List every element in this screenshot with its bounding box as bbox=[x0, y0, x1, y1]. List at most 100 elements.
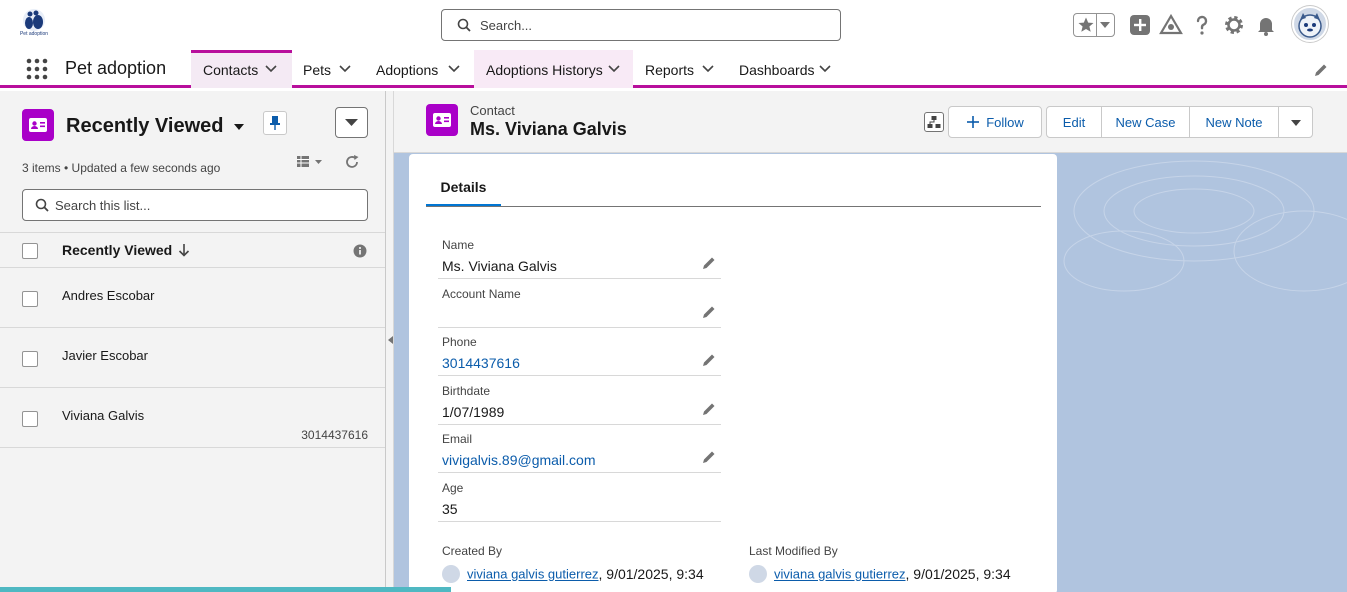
list-view-picker-chevron-icon[interactable] bbox=[233, 123, 245, 131]
tab-contacts[interactable]: Contacts bbox=[191, 50, 292, 88]
hierarchy-icon bbox=[927, 116, 941, 128]
global-add-icon[interactable] bbox=[1128, 13, 1152, 37]
tab-label: Adoptions bbox=[376, 62, 439, 78]
pin-icon bbox=[270, 116, 280, 130]
refresh-icon[interactable] bbox=[344, 154, 360, 170]
tab-dashboards[interactable]: Dashboards bbox=[727, 50, 845, 88]
email-link[interactable]: vivigalvis.89@gmail.com bbox=[442, 452, 595, 468]
tab-label: Dashboards bbox=[739, 62, 815, 78]
field-age: Age 35 bbox=[438, 473, 721, 522]
created-date: , 9/01/2025, 9:34 bbox=[598, 566, 704, 582]
edit-pencil-icon[interactable] bbox=[702, 450, 716, 464]
details-card: Details Name Ms. Viviana Galvis Account … bbox=[409, 154, 1057, 592]
collapse-left-icon bbox=[388, 336, 393, 344]
help-icon[interactable] bbox=[1190, 13, 1214, 37]
select-all-checkbox[interactable] bbox=[22, 243, 38, 259]
list-view-title[interactable]: Recently Viewed bbox=[66, 115, 223, 138]
app-launcher-icon[interactable] bbox=[26, 58, 48, 80]
row-checkbox[interactable] bbox=[22, 411, 38, 427]
tab-label: Reports bbox=[645, 62, 695, 78]
tab-reports[interactable]: Reports bbox=[633, 50, 727, 88]
edit-pencil-icon[interactable] bbox=[702, 305, 716, 319]
edit-pencil-icon[interactable] bbox=[702, 353, 716, 367]
row-checkbox[interactable] bbox=[22, 291, 38, 307]
edit-pencil-icon[interactable] bbox=[702, 402, 716, 416]
display-as-table-icon[interactable] bbox=[297, 155, 323, 169]
pin-list-button[interactable] bbox=[263, 111, 287, 135]
list-view-panel: Recently Viewed 3 items • Updated a few … bbox=[0, 91, 386, 592]
field-label: Email bbox=[442, 432, 473, 446]
modified-date: , 9/01/2025, 9:34 bbox=[905, 566, 1011, 582]
list-column-header: Recently Viewed bbox=[0, 232, 385, 268]
more-actions-button[interactable] bbox=[1278, 106, 1313, 138]
info-icon[interactable] bbox=[353, 244, 367, 258]
tab-adoptions-historys[interactable]: Adoptions Historys bbox=[474, 50, 633, 88]
chevron-down-icon[interactable] bbox=[819, 65, 831, 73]
row-checkbox[interactable] bbox=[22, 351, 38, 367]
tab-label: Contacts bbox=[203, 62, 259, 78]
split-view-toggle[interactable] bbox=[386, 91, 394, 592]
search-placeholder: Search... bbox=[480, 18, 533, 33]
hierarchy-button[interactable] bbox=[924, 112, 944, 132]
field-account-name: Account Name bbox=[438, 279, 721, 328]
list-item-name[interactable]: Andres Escobar bbox=[62, 288, 155, 303]
chevron-down-icon[interactable] bbox=[448, 65, 460, 73]
new-case-label: New Case bbox=[1115, 115, 1176, 130]
record-title: Ms. Viviana Galvis bbox=[470, 119, 627, 139]
edit-nav-pencil-icon[interactable] bbox=[1314, 63, 1328, 77]
user-avatar-small bbox=[442, 565, 460, 583]
list-item[interactable]: Andres Escobar bbox=[0, 268, 385, 328]
tab-label: Adoptions Historys bbox=[486, 62, 603, 78]
user-avatar-small bbox=[749, 565, 767, 583]
chevron-down-icon bbox=[1290, 120, 1301, 126]
favorites-button[interactable] bbox=[1073, 13, 1115, 37]
contact-record-icon bbox=[426, 104, 458, 136]
list-item-name[interactable]: Javier Escobar bbox=[62, 348, 148, 363]
follow-button[interactable]: Follow bbox=[948, 106, 1042, 138]
edit-button[interactable]: Edit bbox=[1046, 106, 1102, 138]
created-by-label: Created By bbox=[442, 544, 503, 558]
list-item-count: 3 items • Updated a few seconds ago bbox=[22, 161, 221, 175]
record-highlights-header: Contact Ms. Viviana Galvis Follow Edit N… bbox=[394, 91, 1347, 153]
list-item[interactable]: Viviana Galvis 3014437616 bbox=[0, 388, 385, 448]
edit-pencil-icon[interactable] bbox=[702, 256, 716, 270]
created-by-value: viviana galvis gutierrez, 9/01/2025, 9:3… bbox=[442, 565, 704, 583]
record-type-label: Contact bbox=[470, 103, 515, 118]
list-item-name[interactable]: Viviana Galvis bbox=[62, 408, 144, 423]
tab-adoptions[interactable]: Adoptions bbox=[365, 50, 474, 88]
created-by-user-link[interactable]: viviana galvis gutierrez bbox=[467, 567, 599, 582]
global-search-input[interactable]: Search... bbox=[441, 9, 841, 41]
gear-icon[interactable] bbox=[1222, 13, 1246, 37]
list-view-controls-button[interactable] bbox=[335, 107, 368, 138]
modified-by-user-link[interactable]: viviana galvis gutierrez bbox=[774, 567, 906, 582]
tab-details[interactable]: Details bbox=[426, 177, 501, 207]
field-label: Birthdate bbox=[442, 384, 491, 398]
edit-label: Edit bbox=[1062, 115, 1086, 130]
tab-divider bbox=[426, 206, 1041, 207]
list-item[interactable]: Javier Escobar bbox=[0, 328, 385, 388]
chevron-down-icon[interactable] bbox=[265, 65, 277, 73]
field-label: Age bbox=[442, 481, 464, 495]
tab-details-label: Details bbox=[440, 179, 487, 195]
chevron-down-icon[interactable] bbox=[339, 65, 351, 73]
chevron-down-icon bbox=[345, 119, 358, 126]
trailhead-icon[interactable] bbox=[1159, 13, 1183, 37]
column-header-label[interactable]: Recently Viewed bbox=[62, 242, 172, 258]
logo-text: Pet adoption bbox=[19, 31, 49, 37]
chevron-down-icon[interactable] bbox=[608, 65, 620, 73]
chevron-down-icon[interactable] bbox=[702, 65, 714, 73]
new-case-button[interactable]: New Case bbox=[1101, 106, 1190, 138]
tab-pets[interactable]: Pets bbox=[292, 50, 365, 88]
sort-arrow-down-icon[interactable] bbox=[178, 243, 190, 257]
new-note-button[interactable]: New Note bbox=[1189, 106, 1279, 138]
last-modified-by-value: viviana galvis gutierrez, 9/01/2025, 9:3… bbox=[749, 565, 1011, 583]
tab-label: Pets bbox=[303, 62, 332, 78]
field-label: Phone bbox=[442, 335, 477, 349]
page-load-progress-bar bbox=[0, 587, 451, 592]
phone-link[interactable]: 3014437616 bbox=[442, 355, 520, 371]
user-avatar[interactable] bbox=[1292, 6, 1328, 42]
follow-label: Follow bbox=[986, 115, 1024, 130]
field-phone: Phone 3014437616 bbox=[438, 327, 721, 376]
bell-icon[interactable] bbox=[1254, 13, 1278, 37]
list-search-input[interactable]: Search this list... bbox=[22, 189, 368, 221]
